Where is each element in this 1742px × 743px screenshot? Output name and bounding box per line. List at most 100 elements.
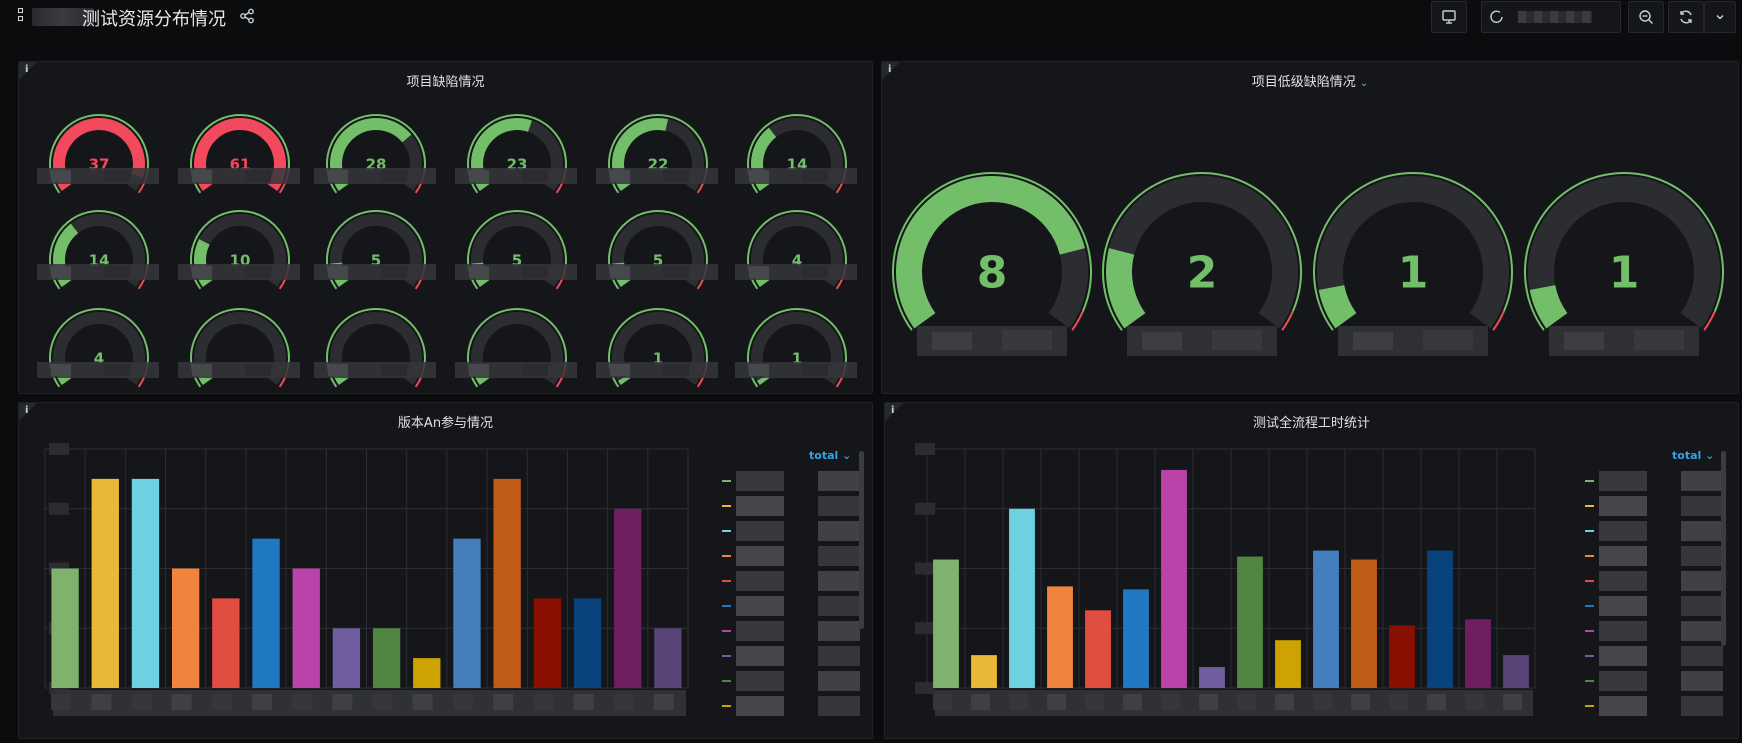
bar[interactable] [332,628,361,688]
refresh-icon [1680,10,1692,24]
redacted-legend-name [1599,646,1647,666]
redacted-block [51,694,72,710]
bar[interactable] [252,538,280,688]
redacted-block [91,694,112,710]
gauge-3: 1 [1524,172,1724,331]
bar[interactable] [573,598,602,688]
redacted-legend-value [818,571,860,591]
gauge-1: 2 [1102,172,1302,331]
bar[interactable] [1199,667,1225,688]
redacted-block [1564,332,1604,350]
redacted-block [533,694,554,710]
redacted-block [802,170,828,182]
redacted-block [1085,694,1104,710]
bar[interactable] [1503,655,1529,688]
redacted-legend-value [818,521,860,541]
redacted-legend-name [736,571,784,591]
bar-chart [44,443,860,716]
monitor-icon [1442,10,1456,24]
redacted-block [749,170,769,182]
redacted-block [493,694,514,710]
redacted-block [1313,694,1332,710]
zoom-out-button[interactable] [1628,1,1664,33]
redacted-block [104,266,130,278]
redacted-block [1002,330,1052,350]
bar[interactable] [533,598,562,688]
bar[interactable] [91,478,119,688]
bar[interactable] [1009,508,1035,688]
redacted-block [610,364,630,376]
redacted-legend-name [736,521,784,541]
dashboard-navbar: 测试资源分布情况 [0,0,1742,36]
bar[interactable] [1313,550,1339,688]
bar[interactable] [654,628,682,688]
redacted-block [971,694,990,710]
redacted-block [522,364,548,376]
dashboard-title[interactable]: 测试资源分布情况 [82,5,226,31]
redacted-block [1275,694,1294,710]
redacted-legend-value [818,471,860,491]
redacted-block [251,694,273,710]
bar[interactable] [1161,469,1187,688]
legend-sort-total[interactable]: total ⌄ [809,449,851,462]
redacted-block [328,364,348,376]
bar[interactable] [1351,559,1377,688]
bar[interactable] [453,538,481,688]
redacted-block [469,170,489,182]
redacted-block [104,364,130,376]
bar[interactable] [1085,610,1111,688]
clock-icon [1490,10,1503,23]
redacted-block [802,364,828,376]
bar[interactable] [1123,589,1149,688]
redacted-legend-value [818,696,860,716]
bar[interactable] [372,628,401,688]
bar[interactable] [1427,550,1453,688]
redacted-block [104,170,130,182]
legend-scrollbar[interactable] [859,451,864,629]
redacted-block [381,266,407,278]
redacted-legend-name [736,696,784,716]
bar[interactable] [212,598,240,688]
legend-sort-total[interactable]: total ⌄ [1672,449,1714,462]
gauge-value: 2 [1187,247,1218,298]
bar[interactable] [1465,619,1491,688]
redacted-block [1047,694,1066,710]
refresh-button[interactable] [1668,1,1704,33]
bar[interactable] [413,658,441,688]
bar[interactable] [131,478,160,688]
redacted-legend-name [1599,696,1647,716]
redacted-legend-name [736,596,784,616]
share-icon[interactable] [239,8,255,24]
redacted-block [1009,694,1028,710]
legend-scrollbar[interactable] [1721,451,1726,646]
bar[interactable] [1047,586,1073,688]
redacted-legend-value [1681,621,1723,641]
redacted-block [171,694,192,710]
redacted-block [663,170,689,182]
redacted-block [522,170,548,182]
redacted-block [211,694,232,710]
bar[interactable] [933,559,959,688]
redacted-block [653,694,674,710]
bar[interactable] [493,478,521,688]
redacted-legend-name [1599,621,1647,641]
bar[interactable] [1389,625,1415,688]
redacted-block [1161,694,1180,710]
panel-version-participation: i 版本An参与情况 total ⌄ [18,402,873,739]
bar[interactable] [614,508,642,688]
dashboard-grid-icon[interactable] [18,8,30,24]
bar[interactable] [171,568,200,689]
redacted-legend-name [1599,546,1647,566]
bar[interactable] [971,655,997,688]
tv-mode-button[interactable] [1431,1,1467,33]
refresh-interval-dropdown[interactable] [1704,1,1736,33]
bar[interactable] [1237,556,1263,688]
redacted-legend-value [818,646,860,666]
bar[interactable] [292,568,320,689]
bar[interactable] [51,568,79,689]
redacted-block [1427,694,1446,710]
redacted-legend-value [1681,471,1723,491]
redacted-block [1423,330,1473,350]
bar[interactable] [1275,640,1301,688]
redacted-block [802,266,828,278]
